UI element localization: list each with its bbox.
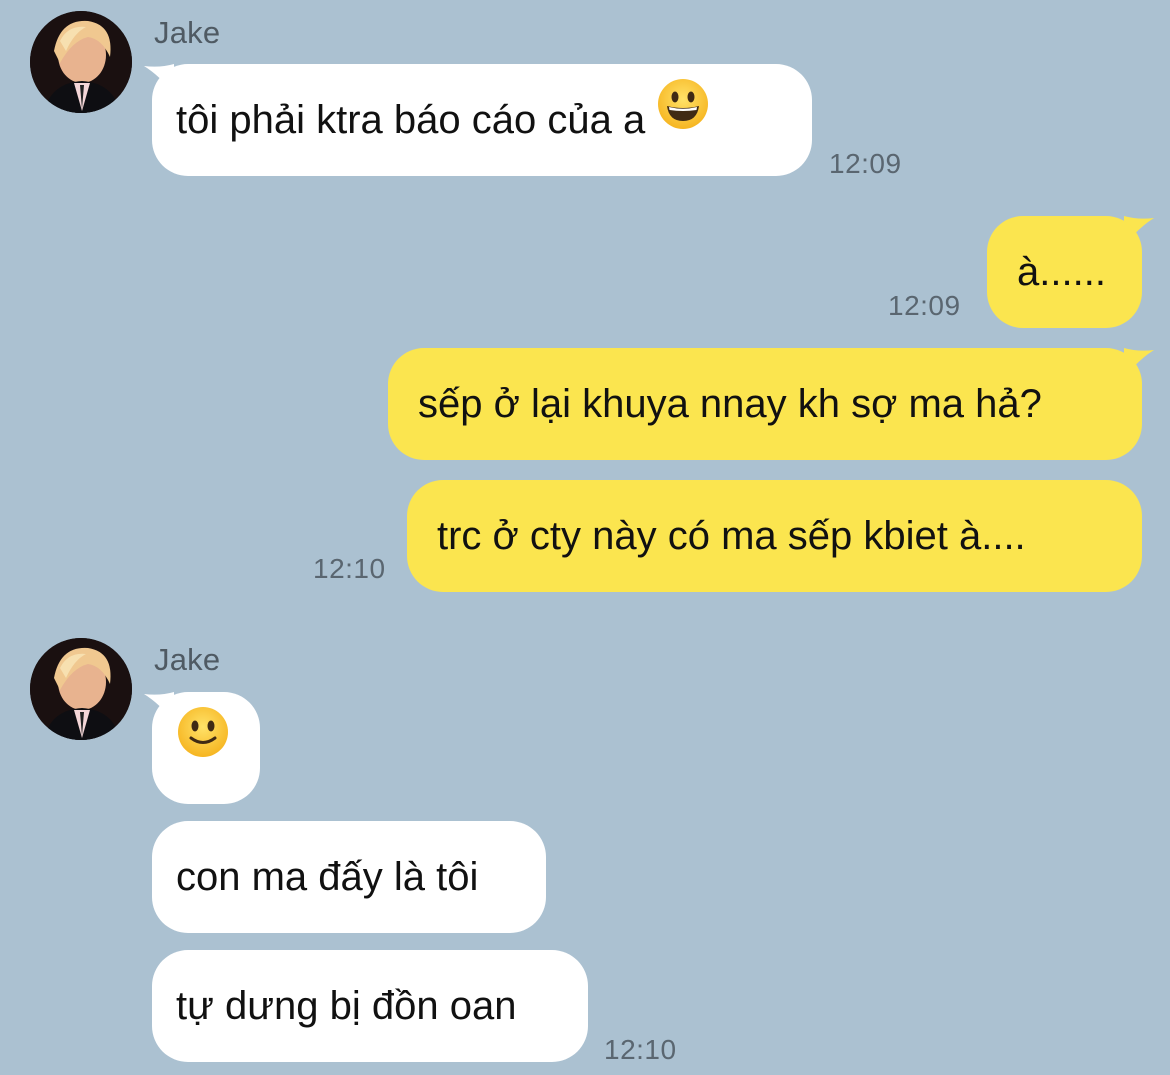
- contact-avatar[interactable]: [30, 11, 132, 113]
- message-bubble-outgoing[interactable]: sếp ở lại khuya nnay kh sợ ma hả?: [388, 348, 1142, 460]
- message-text: tự dưng bị đồn oan: [176, 984, 517, 1028]
- message-bubble-incoming[interactable]: tự dưng bị đồn oan: [152, 950, 588, 1062]
- message-text: à......: [1017, 250, 1106, 294]
- message-bubble-incoming[interactable]: [152, 692, 260, 804]
- slightly-smiling-face-icon: [176, 690, 230, 802]
- sender-name: Jake: [154, 642, 221, 677]
- profile-photo-icon: [30, 638, 132, 740]
- message-text: trc ở cty này có ma sếp kbiet à....: [437, 514, 1026, 558]
- message-bubble-incoming[interactable]: con ma đấy là tôi: [152, 821, 546, 933]
- sender-name: Jake: [154, 15, 221, 50]
- message-timestamp: 12:09: [829, 148, 902, 179]
- message-text: con ma đấy là tôi: [176, 855, 479, 899]
- message-text: sếp ở lại khuya nnay kh sợ ma hả?: [418, 382, 1042, 426]
- contact-avatar[interactable]: [30, 638, 132, 740]
- message-text: tôi phải ktra báo cáo của a: [176, 98, 657, 142]
- message-timestamp: 12:09: [888, 290, 961, 321]
- message-bubble-outgoing[interactable]: à......: [987, 216, 1142, 328]
- message-bubble-incoming[interactable]: tôi phải ktra báo cáo của a: [152, 64, 812, 176]
- message-timestamp: 12:10: [604, 1034, 677, 1065]
- grinning-face-icon: [656, 62, 710, 174]
- message-timestamp: 12:10: [313, 553, 386, 584]
- message-bubble-outgoing[interactable]: trc ở cty này có ma sếp kbiet à....: [407, 480, 1142, 592]
- profile-photo-icon: [30, 11, 132, 113]
- chat-view: Jake tôi phải ktra báo cáo của a 12:09 à…: [0, 0, 1170, 1075]
